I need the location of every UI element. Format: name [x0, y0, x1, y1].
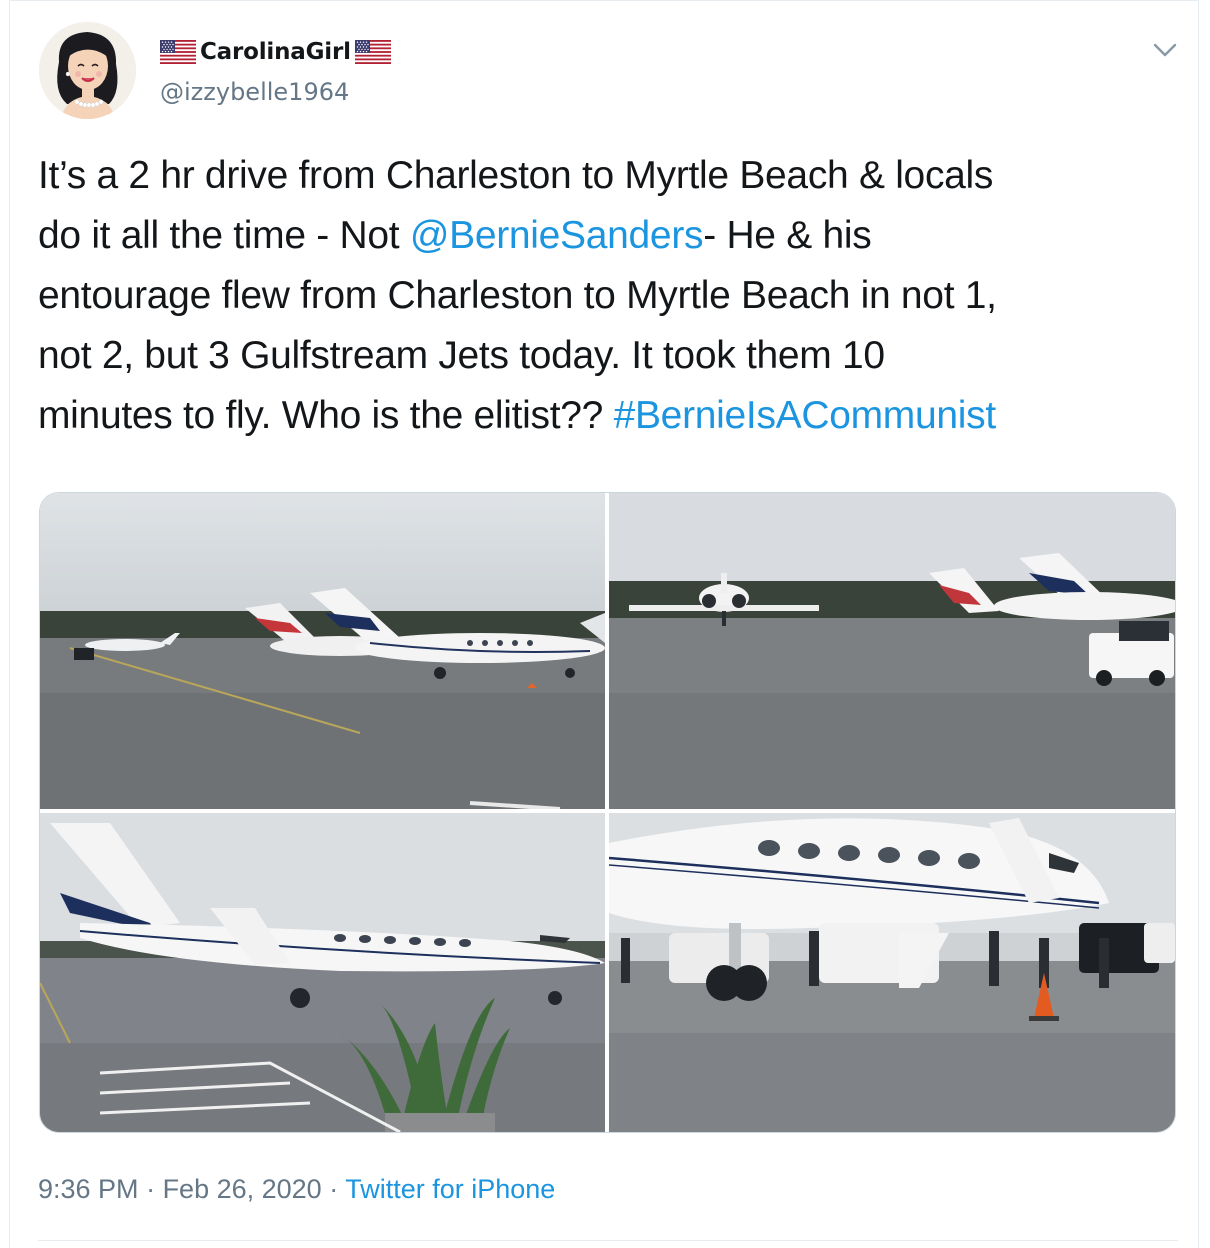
us-flag-icon — [354, 40, 391, 64]
tweet-text-line: minutes to fly. Who is the elitist?? #Be… — [38, 386, 1178, 446]
bottom-divider — [38, 1240, 1178, 1241]
mention-link[interactable]: @BernieSanders — [410, 214, 704, 257]
tweet-text-line: entourage flew from Charleston to Myrtle… — [38, 266, 1178, 326]
tweet-text-segment: not 2, but 3 Gulfstream Jets today. It t… — [38, 334, 885, 377]
display-name-row[interactable]: CarolinaGirl — [160, 36, 391, 68]
tweet-text-line: not 2, but 3 Gulfstream Jets today. It t… — [38, 326, 1178, 386]
tweet-meta: 9:36 PM · Feb 26, 2020 · Twitter for iPh… — [38, 1174, 555, 1205]
tweet-text-segment: - He & his — [703, 214, 872, 257]
us-flag-icon — [160, 40, 196, 64]
photo-2[interactable] — [609, 493, 1175, 809]
meta-separator: · — [138, 1174, 163, 1204]
tweet-time[interactable]: 9:36 PM — [38, 1174, 139, 1204]
hashtag-link[interactable]: #BernieIsACommunist — [614, 394, 997, 437]
tweet-text-segment: do it all the time - Not — [38, 214, 410, 257]
media-grid — [39, 492, 1176, 1133]
photo-3[interactable] — [40, 813, 605, 1132]
tweet-text-line: It’s a 2 hr drive from Charleston to Myr… — [38, 146, 1178, 206]
meta-separator: · — [321, 1174, 346, 1204]
tweet-text: It’s a 2 hr drive from Charleston to Myr… — [38, 146, 1178, 446]
photo-4[interactable] — [609, 813, 1175, 1132]
tweet-text-line: do it all the time - Not @BernieSanders-… — [38, 206, 1178, 266]
tweet-card: CarolinaGirl @izzybelle1964 It’s a 2 hr … — [9, 0, 1199, 1248]
chevron-down-icon[interactable] — [1150, 40, 1180, 60]
user-handle[interactable]: @izzybelle1964 — [160, 78, 349, 106]
display-name[interactable]: CarolinaGirl — [200, 39, 351, 65]
tweet-date[interactable]: Feb 26, 2020 — [163, 1174, 322, 1204]
tweet-text-segment: It’s a 2 hr drive from Charleston to Myr… — [38, 154, 994, 197]
tweet-source-link[interactable]: Twitter for iPhone — [345, 1174, 555, 1204]
tweet-text-segment: minutes to fly. Who is the elitist?? — [38, 394, 614, 437]
tweet-text-segment: entourage flew from Charleston to Myrtle… — [38, 274, 997, 317]
photo-1[interactable] — [40, 493, 605, 809]
avatar[interactable] — [39, 22, 136, 119]
top-divider — [10, 0, 1198, 1]
